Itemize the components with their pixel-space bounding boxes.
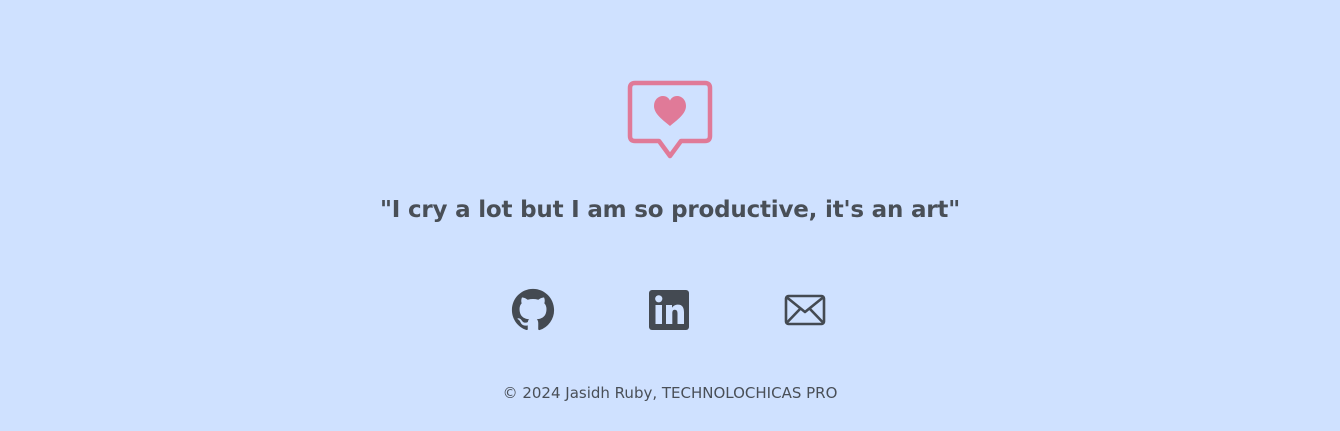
envelope-icon bbox=[784, 294, 826, 326]
social-links bbox=[0, 288, 1340, 334]
heart-speech-bubble-icon bbox=[627, 80, 713, 162]
quote-text: "I cry a lot but I am so productive, it'… bbox=[380, 197, 960, 223]
github-icon bbox=[511, 288, 555, 331]
page: "I cry a lot but I am so productive, it'… bbox=[0, 0, 1340, 431]
github-link[interactable] bbox=[511, 288, 555, 332]
linkedin-icon bbox=[649, 290, 689, 330]
linkedin-link[interactable] bbox=[647, 288, 691, 332]
copyright-footer: © 2024 Jasidh Ruby, TECHNOLOCHICAS PRO bbox=[502, 384, 838, 402]
email-link[interactable] bbox=[783, 288, 827, 332]
